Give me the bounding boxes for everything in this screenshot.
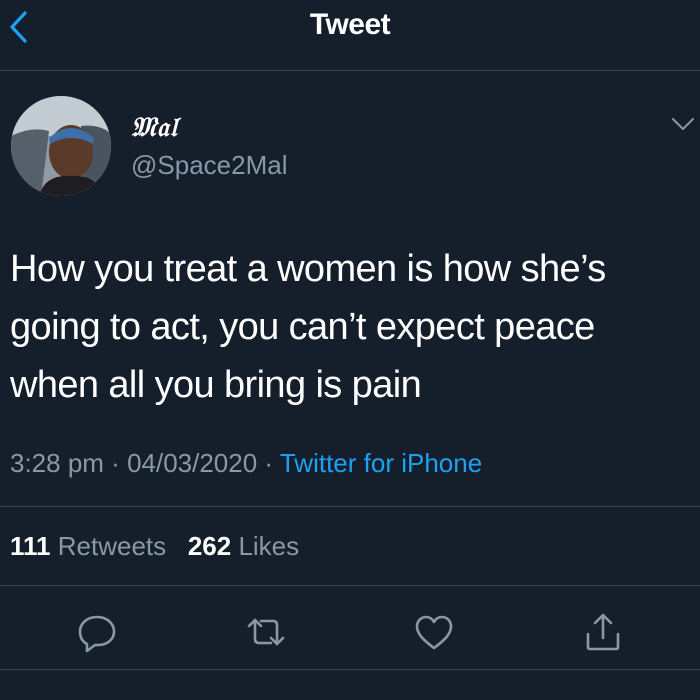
tweet-source-link[interactable]: Twitter for iPhone bbox=[280, 448, 482, 478]
tweet-time: 3:28 pm bbox=[10, 448, 104, 478]
like-button[interactable] bbox=[410, 608, 458, 656]
avatar[interactable] bbox=[11, 96, 111, 196]
likes-stat[interactable]: 262 Likes bbox=[188, 531, 299, 562]
display-name[interactable]: 𝔐𝔞𝔩 bbox=[131, 112, 178, 144]
tweet-body: How you treat a women is how she’s going… bbox=[10, 240, 690, 414]
retweets-label: Retweets bbox=[57, 531, 167, 561]
divider bbox=[0, 506, 700, 507]
retweets-count: 111 bbox=[10, 531, 51, 561]
retweet-icon bbox=[247, 618, 285, 646]
divider bbox=[0, 585, 700, 586]
tweet-detail-screen: Tweet 𝔐𝔞𝔩 @Space2Mal How you treat a wom… bbox=[0, 0, 700, 700]
reply-icon bbox=[78, 615, 116, 653]
share-icon bbox=[586, 613, 620, 651]
chevron-down-icon bbox=[672, 118, 694, 130]
retweet-button[interactable] bbox=[242, 608, 290, 656]
retweets-stat[interactable]: 111 Retweets bbox=[10, 531, 166, 562]
user-handle[interactable]: @Space2Mal bbox=[131, 150, 287, 181]
likes-count: 262 bbox=[187, 531, 232, 561]
tweet-text-line: How you treat a women is how she’s bbox=[10, 248, 606, 290]
tweet-action-bar bbox=[0, 600, 700, 664]
likes-label: Likes bbox=[238, 531, 300, 561]
page-title: Tweet bbox=[309, 8, 391, 41]
tweet-options-button[interactable] bbox=[670, 114, 696, 134]
profile-photo bbox=[11, 96, 111, 196]
tweet-date: 04/03/2020 bbox=[127, 448, 258, 478]
engagement-stats: 111 Retweets 262 Likes bbox=[10, 531, 299, 562]
tweet-text-line: when all you bring is pain bbox=[10, 364, 422, 406]
tweet-text-line: going to act, you can’t expect peace bbox=[10, 306, 595, 348]
heart-icon bbox=[415, 615, 453, 650]
meta-separator: · bbox=[103, 448, 128, 478]
divider bbox=[0, 669, 700, 670]
meta-separator: · bbox=[257, 448, 280, 478]
tweet-metadata: 3:28 pm · 04/03/2020 · Twitter for iPhon… bbox=[10, 448, 482, 479]
top-nav-bar: Tweet bbox=[0, 0, 700, 71]
reply-button[interactable] bbox=[73, 608, 121, 656]
share-button[interactable] bbox=[579, 608, 627, 656]
